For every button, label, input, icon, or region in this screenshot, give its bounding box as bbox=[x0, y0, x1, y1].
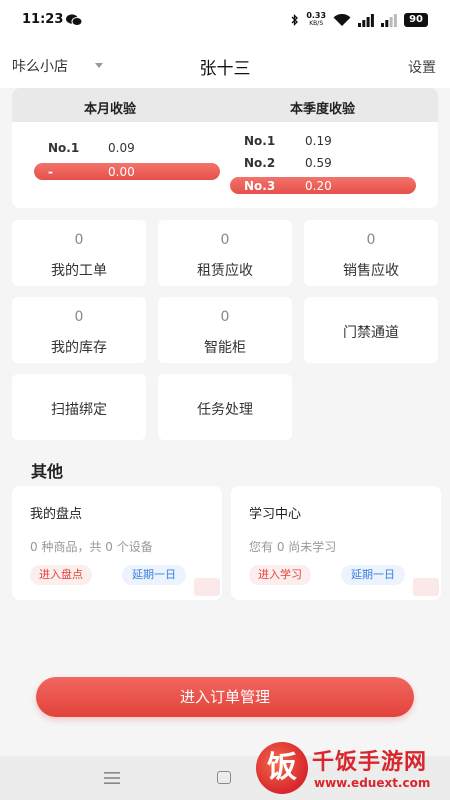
wifi-icon bbox=[333, 13, 351, 26]
status-time: 11:23 bbox=[22, 12, 64, 27]
watermark-url: www.eduext.com bbox=[314, 776, 431, 790]
battery-icon: 90 bbox=[404, 13, 428, 27]
bluetooth-icon bbox=[291, 14, 299, 26]
card-subtitle: 您有 0 尚未学习 bbox=[249, 540, 337, 554]
rank-value: 0.20 bbox=[305, 179, 332, 193]
network-speed-value: 0.33 bbox=[306, 11, 327, 20]
tile-sales-receivables[interactable]: 0 销售应收 bbox=[304, 220, 438, 286]
rank-value: 0.59 bbox=[305, 156, 332, 170]
tile-label: 智能柜 bbox=[204, 340, 246, 356]
learning-center-card: 学习中心 您有 0 尚未学习 进入学习 延期一日 bbox=[231, 486, 441, 600]
rank-label: No.1 bbox=[48, 141, 80, 155]
network-speed: 0.33 KB/S bbox=[306, 12, 326, 28]
tile-count: 0 bbox=[220, 232, 230, 248]
tile-my-work-orders[interactable]: 0 我的工单 bbox=[12, 220, 146, 286]
rank-label: No.2 bbox=[244, 156, 276, 170]
tile-label: 我的库存 bbox=[51, 340, 107, 356]
tile-label: 任务处理 bbox=[197, 402, 253, 418]
watermark-title: 千饭手游网 bbox=[312, 750, 428, 775]
revenue-card-header bbox=[12, 88, 438, 122]
tile-task-processing[interactable]: 任务处理 bbox=[158, 374, 292, 440]
enter-learning-button[interactable]: 进入学习 bbox=[249, 565, 311, 585]
tile-my-inventory[interactable]: 0 我的库存 bbox=[12, 297, 146, 363]
tile-scan-bind[interactable]: 扫描绑定 bbox=[12, 374, 146, 440]
card-decoration bbox=[413, 578, 439, 596]
rank-label: - bbox=[48, 165, 53, 179]
tile-label: 门禁通道 bbox=[343, 325, 399, 341]
rank-value: 0.09 bbox=[108, 141, 135, 155]
enter-order-management-button[interactable]: 进入订单管理 bbox=[36, 677, 414, 717]
postpone-one-day-button[interactable]: 延期一日 bbox=[122, 565, 186, 585]
tile-label: 我的工单 bbox=[51, 263, 107, 279]
status-icons: 0.33 KB/S 90 bbox=[291, 11, 428, 29]
menu-icon[interactable] bbox=[104, 772, 120, 784]
tile-count: 0 bbox=[74, 232, 84, 248]
rank-value: 0.19 bbox=[305, 134, 332, 148]
signal-icon bbox=[381, 13, 397, 27]
home-icon[interactable] bbox=[217, 771, 231, 784]
month-rank-row: No.1 0.09 bbox=[48, 141, 228, 157]
network-speed-unit: KB/S bbox=[309, 20, 324, 27]
wechat-icon bbox=[66, 14, 82, 26]
settings-button[interactable]: 设置 bbox=[408, 57, 436, 77]
card-title: 学习中心 bbox=[249, 507, 302, 522]
quarter-revenue-title: 本季度收验 bbox=[290, 102, 356, 117]
quarter-rank-row-highlight: No.3 0.20 bbox=[230, 177, 416, 194]
status-bar: 11:23 0.33 KB/S 90 bbox=[0, 0, 450, 40]
rank-value: 0.00 bbox=[108, 165, 135, 179]
tile-label: 扫描绑定 bbox=[51, 402, 107, 418]
enter-inventory-check-button[interactable]: 进入盘点 bbox=[30, 565, 92, 585]
card-decoration bbox=[194, 578, 220, 596]
quarter-rank-row: No.2 0.59 bbox=[244, 156, 424, 172]
tile-lease-receivables[interactable]: 0 租赁应收 bbox=[158, 220, 292, 286]
month-revenue-title: 本月收验 bbox=[84, 102, 137, 117]
month-rank-row-highlight: - 0.00 bbox=[34, 163, 220, 180]
tile-count: 0 bbox=[74, 309, 84, 325]
page-title: 张十三 bbox=[199, 59, 251, 79]
inventory-check-card: 我的盘点 0 种商品，共 0 个设备 进入盘点 延期一日 bbox=[12, 486, 222, 600]
tile-count: 0 bbox=[220, 309, 230, 325]
card-subtitle: 0 种商品，共 0 个设备 bbox=[30, 540, 153, 554]
section-title-other: 其他 bbox=[31, 462, 64, 481]
tile-smart-cabinet[interactable]: 0 智能柜 bbox=[158, 297, 292, 363]
rank-label: No.1 bbox=[244, 134, 276, 148]
card-title: 我的盘点 bbox=[30, 507, 83, 522]
tile-label: 销售应收 bbox=[343, 263, 399, 279]
site-watermark: 饭 千饭手游网 www.eduext.com bbox=[256, 740, 446, 798]
tile-count: 0 bbox=[366, 232, 376, 248]
signal-icon bbox=[358, 13, 374, 27]
tile-access-gate[interactable]: 门禁通道 bbox=[304, 297, 438, 363]
postpone-one-day-button[interactable]: 延期一日 bbox=[341, 565, 405, 585]
quarter-rank-row: No.1 0.19 bbox=[244, 134, 424, 150]
tile-label: 租赁应收 bbox=[197, 263, 253, 279]
revenue-card: 本月收验 本季度收验 No.1 0.09 - 0.00 No.1 0.19 No… bbox=[12, 88, 438, 208]
watermark-logo: 饭 bbox=[256, 742, 308, 794]
app-header: 咔么小店 张十三 设置 bbox=[0, 40, 450, 88]
rank-label: No.3 bbox=[244, 179, 276, 193]
